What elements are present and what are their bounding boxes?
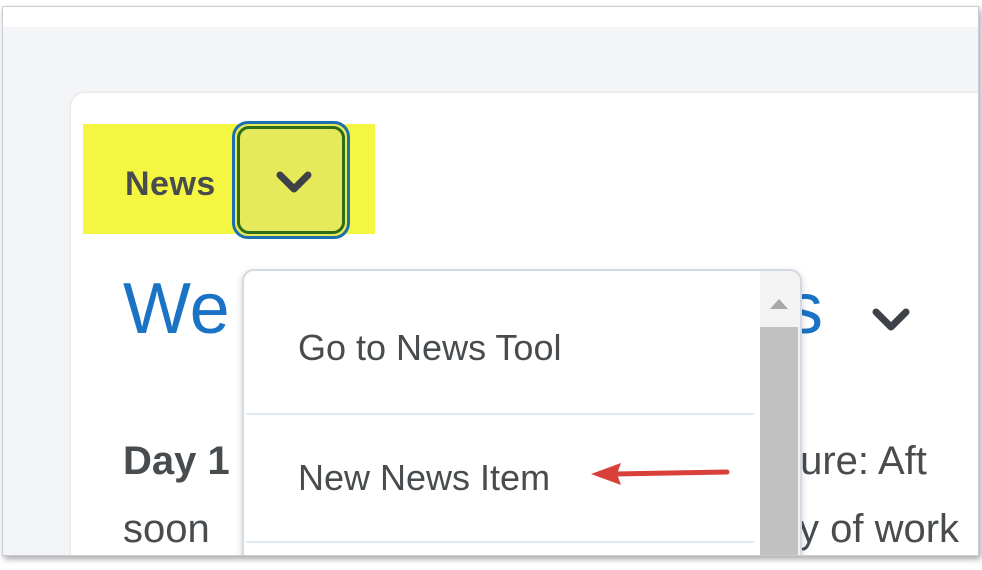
menu-divider [246,541,754,543]
item-chevron-down-icon[interactable] [871,307,911,333]
news-widget-title: News [125,165,216,203]
news-options-button[interactable] [232,121,350,239]
scroll-up-arrow-icon[interactable] [768,297,790,311]
screenshot-frame: News We s Day 1 ture: Aft soon y of work… [2,6,979,556]
item-title-start: We [123,269,230,349]
menu-item-go-to-news-tool[interactable]: Go to News Tool [244,283,754,413]
content-line1-right: ture: Aft [789,439,927,483]
chevron-down-icon [276,171,312,193]
menu-item-label: New News Item [298,457,551,498]
red-pointer-arrow-icon [591,463,730,485]
menu-item-label: Go to News Tool [298,327,562,368]
scrollbar-thumb[interactable] [760,327,798,555]
content-line2-left: soon [123,507,210,551]
news-dropdown-menu: Go to News Tool New News Item [242,269,802,555]
content-line1-bold: Day 1 [123,439,230,483]
content-line2-right: y of work [799,507,960,551]
top-strip [3,7,978,27]
